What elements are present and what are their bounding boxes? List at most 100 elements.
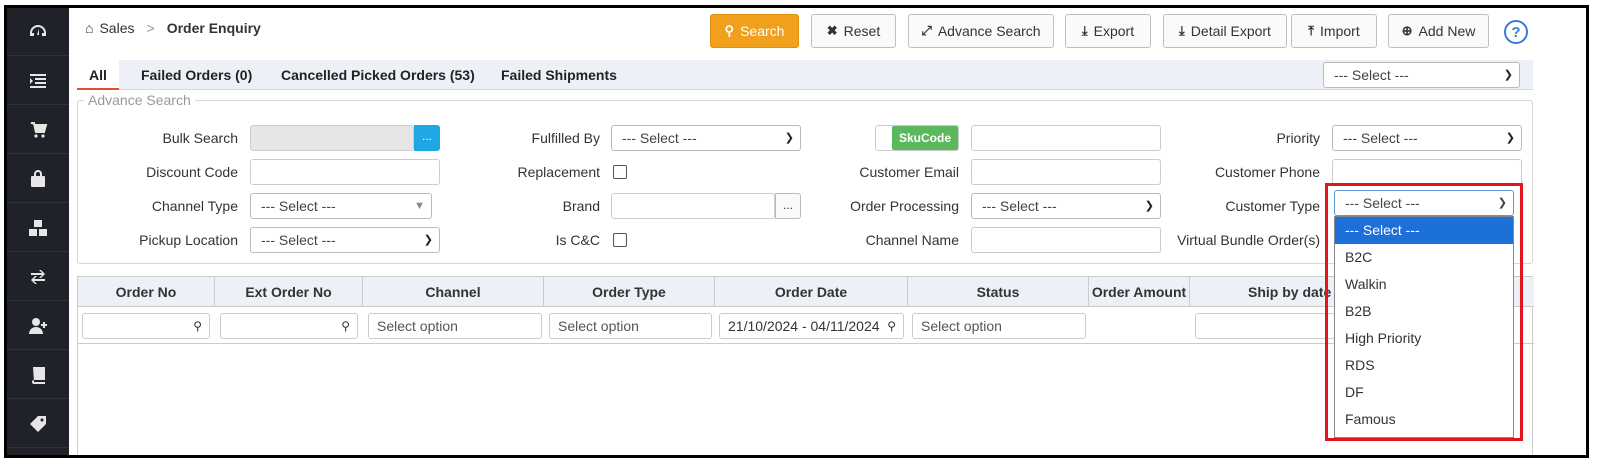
tab-failed-orders[interactable]: Failed Orders (0) xyxy=(141,60,252,90)
import-button[interactable]: ⤒ Import xyxy=(1291,14,1377,48)
customer-type-dropdown-list: --- Select --- B2C Walkin B2B High Prior… xyxy=(1334,216,1514,438)
option-rds[interactable]: RDS xyxy=(1335,352,1513,379)
customer-type-label: Customer Type xyxy=(1225,198,1320,214)
col-ext-order-no[interactable]: Ext Order No xyxy=(215,277,363,307)
advance-search-button[interactable]: ⤢ Advance Search xyxy=(908,14,1054,48)
priority-select[interactable]: --- Select --- ❯ xyxy=(1332,125,1522,151)
skucode-toggle-label: SkuCode xyxy=(892,126,958,150)
option-high-priority[interactable]: High Priority xyxy=(1335,325,1513,352)
exchange-icon[interactable] xyxy=(7,253,69,301)
expand-icon: ⤢ xyxy=(921,23,932,38)
chevron-down-icon: ❯ xyxy=(1497,197,1507,209)
replacement-checkbox[interactable] xyxy=(613,165,627,179)
channel-type-select[interactable]: --- Select --- ▼ xyxy=(250,193,432,219)
list-indent-icon[interactable] xyxy=(7,57,69,105)
option-famous[interactable]: Famous xyxy=(1335,406,1513,433)
dashboard-icon[interactable] xyxy=(7,8,69,56)
chevron-down-icon: ❯ xyxy=(1503,69,1513,81)
cart-icon[interactable] xyxy=(7,106,69,154)
help-icon[interactable]: ? xyxy=(1504,20,1528,44)
search-icon: ⚲ xyxy=(724,23,735,38)
fulfilled-by-select[interactable]: --- Select --- ❯ xyxy=(611,125,801,151)
add-new-button[interactable]: ⊕ Add New xyxy=(1388,14,1489,48)
option-b2c[interactable]: B2C xyxy=(1335,244,1513,271)
discount-code-input[interactable] xyxy=(250,159,440,185)
user-plus-icon[interactable] xyxy=(7,302,69,350)
tag-icon[interactable] xyxy=(7,400,69,448)
search-button[interactable]: ⚲ Search xyxy=(710,14,799,48)
cubes-icon[interactable] xyxy=(7,204,69,252)
brand-more-button[interactable]: ... xyxy=(775,193,801,219)
export-button[interactable]: ⤓ Export xyxy=(1065,14,1151,48)
bulk-search-input[interactable] xyxy=(250,125,414,151)
option-b2b[interactable]: B2B xyxy=(1335,298,1513,325)
breadcrumb: ⌂ Sales > Order Enquiry xyxy=(85,20,261,36)
is-cc-checkbox[interactable] xyxy=(613,233,627,247)
grid-divider xyxy=(78,343,1534,344)
order-processing-label: Order Processing xyxy=(850,198,959,214)
col-order-no[interactable]: Order No xyxy=(78,277,215,307)
brand-label: Brand xyxy=(562,198,600,214)
close-icon: ✖ xyxy=(826,23,838,38)
option-df[interactable]: DF xyxy=(1335,379,1513,406)
orders-grid: Order No Ext Order No Channel Order Type… xyxy=(77,276,1534,455)
plus-circle-icon: ⊕ xyxy=(1401,23,1413,38)
option-walkin[interactable]: Walkin xyxy=(1335,271,1513,298)
customer-type-select[interactable]: --- Select --- ❯ xyxy=(1334,190,1514,216)
brand-input[interactable] xyxy=(611,193,775,219)
breadcrumb-current: Order Enquiry xyxy=(166,20,261,36)
skucode-input[interactable] xyxy=(971,125,1161,151)
chevron-down-icon: ❯ xyxy=(1144,200,1154,212)
channel-filter[interactable]: Select option xyxy=(368,313,542,339)
chevron-down-icon: ❯ xyxy=(423,234,433,246)
col-channel[interactable]: Channel xyxy=(363,277,544,307)
order-processing-select[interactable]: --- Select --- ❯ xyxy=(971,193,1161,219)
col-order-date[interactable]: Order Date xyxy=(715,277,908,307)
advance-search-panel: Advance Search Bulk Search ... Discount … xyxy=(77,92,1533,264)
download-icon: ⤓ xyxy=(1081,23,1088,38)
col-order-amount[interactable]: Order Amount xyxy=(1089,277,1190,307)
col-status[interactable]: Status xyxy=(908,277,1089,307)
channel-name-input[interactable] xyxy=(971,227,1161,253)
customer-phone-label: Customer Phone xyxy=(1214,164,1320,180)
status-filter[interactable]: Select option xyxy=(912,313,1086,339)
priority-label: Priority xyxy=(1276,130,1320,146)
bulk-search-more-button[interactable]: ... xyxy=(414,125,440,151)
tab-filter-select[interactable]: --- Select --- ❯ xyxy=(1323,62,1520,88)
detail-export-button[interactable]: ⤓ Detail Export xyxy=(1163,14,1287,48)
search-icon: ⚲ xyxy=(887,319,896,333)
order-date-filter[interactable]: 21/10/2024 - 04/11/2024 ⚲ xyxy=(719,313,904,339)
option-select[interactable]: --- Select --- xyxy=(1335,217,1513,244)
virtual-bundle-label: Virtual Bundle Order(s) xyxy=(1177,232,1320,248)
search-icon: ⚲ xyxy=(341,319,350,333)
upload-icon: ⤒ xyxy=(1308,23,1315,38)
customer-phone-input[interactable] xyxy=(1332,159,1522,185)
breadcrumb-separator: > xyxy=(146,20,155,36)
reset-button[interactable]: ✖ Reset xyxy=(811,14,896,48)
chevron-down-icon: ❯ xyxy=(784,132,794,144)
download-icon: ⤓ xyxy=(1179,23,1185,38)
pickup-location-select[interactable]: --- Select --- ❯ xyxy=(250,227,440,253)
pickup-location-label: Pickup Location xyxy=(139,232,238,248)
advance-search-legend: Advance Search xyxy=(84,92,195,108)
bag-icon[interactable] xyxy=(7,155,69,203)
replacement-label: Replacement xyxy=(517,164,601,180)
tab-failed-shipments[interactable]: Failed Shipments xyxy=(501,60,617,90)
channel-type-label: Channel Type xyxy=(151,198,238,214)
order-no-filter[interactable]: ⚲ xyxy=(82,313,210,339)
skucode-toggle[interactable]: SkuCode xyxy=(875,125,959,151)
ext-order-no-filter[interactable]: ⚲ xyxy=(220,313,358,339)
sidebar xyxy=(7,8,69,455)
breadcrumb-sales[interactable]: Sales xyxy=(99,20,134,36)
tab-cancelled-picked-orders[interactable]: Cancelled Picked Orders (53) xyxy=(281,60,475,90)
book-icon[interactable] xyxy=(7,351,69,399)
fulfilled-by-label: Fulfilled By xyxy=(531,130,600,146)
home-icon: ⌂ xyxy=(85,20,94,36)
col-order-type[interactable]: Order Type xyxy=(544,277,715,307)
tab-all[interactable]: All xyxy=(77,60,119,90)
customer-type-highlight: --- Select --- ❯ --- Select --- B2C Walki… xyxy=(1325,183,1523,441)
customer-email-input[interactable] xyxy=(971,159,1161,185)
ship-by-date-filter[interactable] xyxy=(1195,313,1335,339)
order-type-filter[interactable]: Select option xyxy=(549,313,712,339)
main-content: ⌂ Sales > Order Enquiry ⚲ Search ✖ Reset ⤢… xyxy=(69,8,1586,455)
